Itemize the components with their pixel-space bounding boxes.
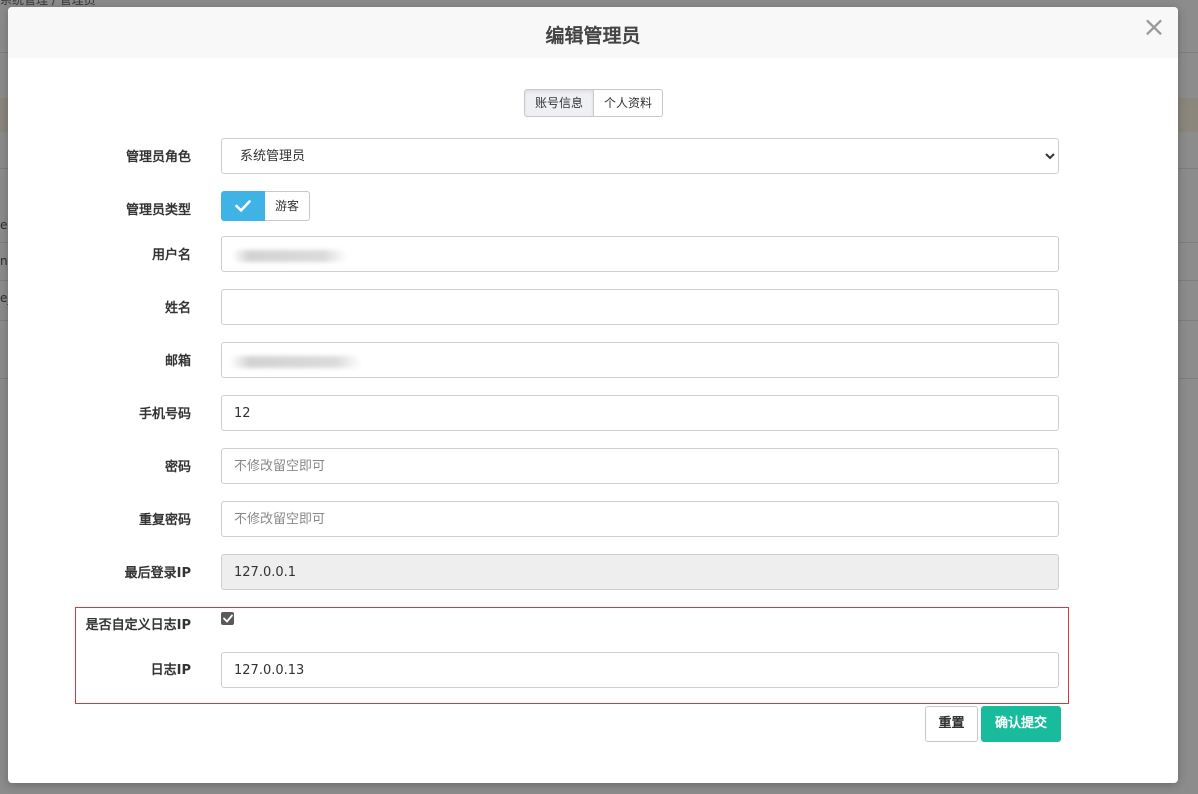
phone-input[interactable] [221,395,1059,431]
email-input[interactable] [221,342,1059,378]
checkmark-icon [222,614,233,623]
tab-group: 账号信息 个人资料 [524,89,664,117]
edit-admin-modal: 编辑管理员 × 账号信息 个人资料 管理员角色 系统管理员 管理员类型 游客 用… [8,7,1178,783]
admin-type-toggle[interactable]: 游客 [221,191,310,221]
email-label: 邮箱 [164,354,191,369]
role-label: 管理员角色 [125,150,191,165]
password-label: 密码 [164,460,191,475]
phone-label: 手机号码 [138,407,191,422]
password-repeat-input[interactable] [221,501,1059,537]
name-input[interactable] [221,289,1059,325]
modal-title: 编辑管理员 [545,25,641,47]
close-icon[interactable]: × [1140,13,1168,41]
role-select[interactable]: 系统管理员 [221,138,1059,174]
last-login-ip-field [221,554,1059,590]
reset-button[interactable]: 重置 [925,706,978,742]
check-icon [235,200,251,212]
log-ip-label: 日志IP [150,663,191,678]
tab-account-info[interactable]: 账号信息 [524,89,595,117]
redacted-value [230,356,362,368]
custom-log-ip-label: 是否自定义日志IP [85,618,191,633]
toggle-on-button[interactable] [221,191,265,221]
name-label: 姓名 [164,301,191,316]
submit-button[interactable]: 确认提交 [981,706,1061,742]
username-input[interactable] [221,236,1059,272]
modal-header: 编辑管理员 × [8,7,1178,58]
log-ip-input[interactable] [221,652,1059,688]
username-label: 用户名 [151,248,191,263]
custom-log-ip-checkbox[interactable] [221,612,234,625]
last-login-ip-label: 最后登录IP [124,566,191,581]
toggle-guest-button[interactable]: 游客 [265,191,310,221]
password-input[interactable] [221,448,1059,484]
tab-profile[interactable]: 个人资料 [594,89,664,117]
redacted-value [232,250,347,262]
password-repeat-label: 重复密码 [138,513,191,528]
type-label: 管理员类型 [125,203,191,218]
